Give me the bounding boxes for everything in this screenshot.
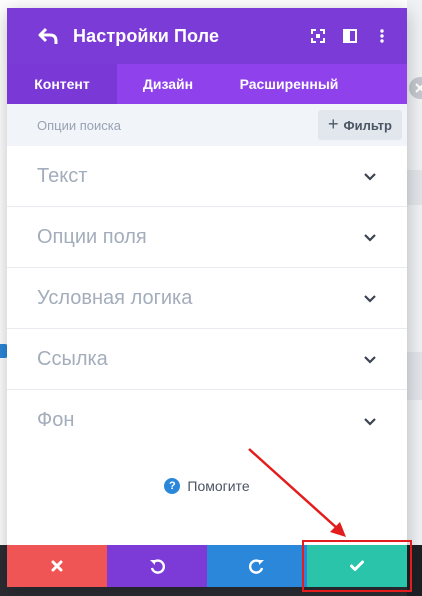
chevron-down-icon: [364, 234, 376, 242]
modal-title: Настройки Поле: [73, 25, 220, 46]
redo-button[interactable]: [207, 545, 307, 587]
section-label: Ссылка: [37, 347, 108, 370]
tab-design[interactable]: Дизайн: [117, 64, 219, 104]
split-view-icon[interactable]: [341, 27, 359, 45]
section-background[interactable]: Фон: [7, 390, 407, 451]
tab-bar: Контент Дизайн Расширенный: [7, 64, 407, 104]
background-close-icon: [409, 77, 422, 99]
section-label: Текст: [37, 164, 88, 187]
settings-modal: Настройки Поле Контент Дизайн Расширенны…: [7, 8, 407, 587]
undo-arrow-icon[interactable]: [37, 25, 59, 47]
search-bar: Опции поиска + Фильтр: [7, 104, 407, 146]
section-label: Фон: [37, 409, 75, 431]
section-label: Опции поля: [37, 225, 147, 248]
redo-icon: [249, 559, 264, 574]
background-block: [407, 170, 422, 205]
undo-icon: [150, 559, 165, 574]
help-label: Помогите: [187, 478, 250, 494]
section-field-options[interactable]: Опции поля: [7, 207, 407, 268]
chevron-down-icon: [364, 295, 376, 303]
chevron-down-icon: [364, 173, 376, 181]
chevron-down-icon: [364, 356, 376, 364]
cancel-button[interactable]: [7, 545, 107, 587]
more-vertical-icon[interactable]: [373, 27, 391, 45]
chevron-down-icon: [364, 417, 376, 426]
section-label: Условная логика: [37, 286, 193, 309]
help-link[interactable]: ? Помогите: [7, 478, 407, 494]
section-link[interactable]: Ссылка: [7, 329, 407, 390]
tab-content[interactable]: Контент: [7, 64, 117, 104]
filter-button[interactable]: + Фильтр: [317, 110, 402, 140]
section-text[interactable]: Текст: [7, 146, 407, 207]
undo-button[interactable]: [107, 545, 207, 587]
plus-icon: +: [327, 114, 339, 134]
modal-header: Настройки Поле: [7, 8, 407, 64]
filter-label: Фильтр: [343, 117, 392, 133]
close-icon: [51, 560, 63, 572]
tab-advanced[interactable]: Расширенный: [219, 64, 359, 104]
annotation-highlight-box: [302, 540, 412, 592]
search-input[interactable]: Опции поиска: [37, 118, 121, 133]
section-conditional-logic[interactable]: Условная логика: [7, 268, 407, 329]
expand-icon[interactable]: [309, 27, 327, 45]
help-question-icon: ?: [164, 478, 181, 494]
background-block: [407, 352, 422, 400]
